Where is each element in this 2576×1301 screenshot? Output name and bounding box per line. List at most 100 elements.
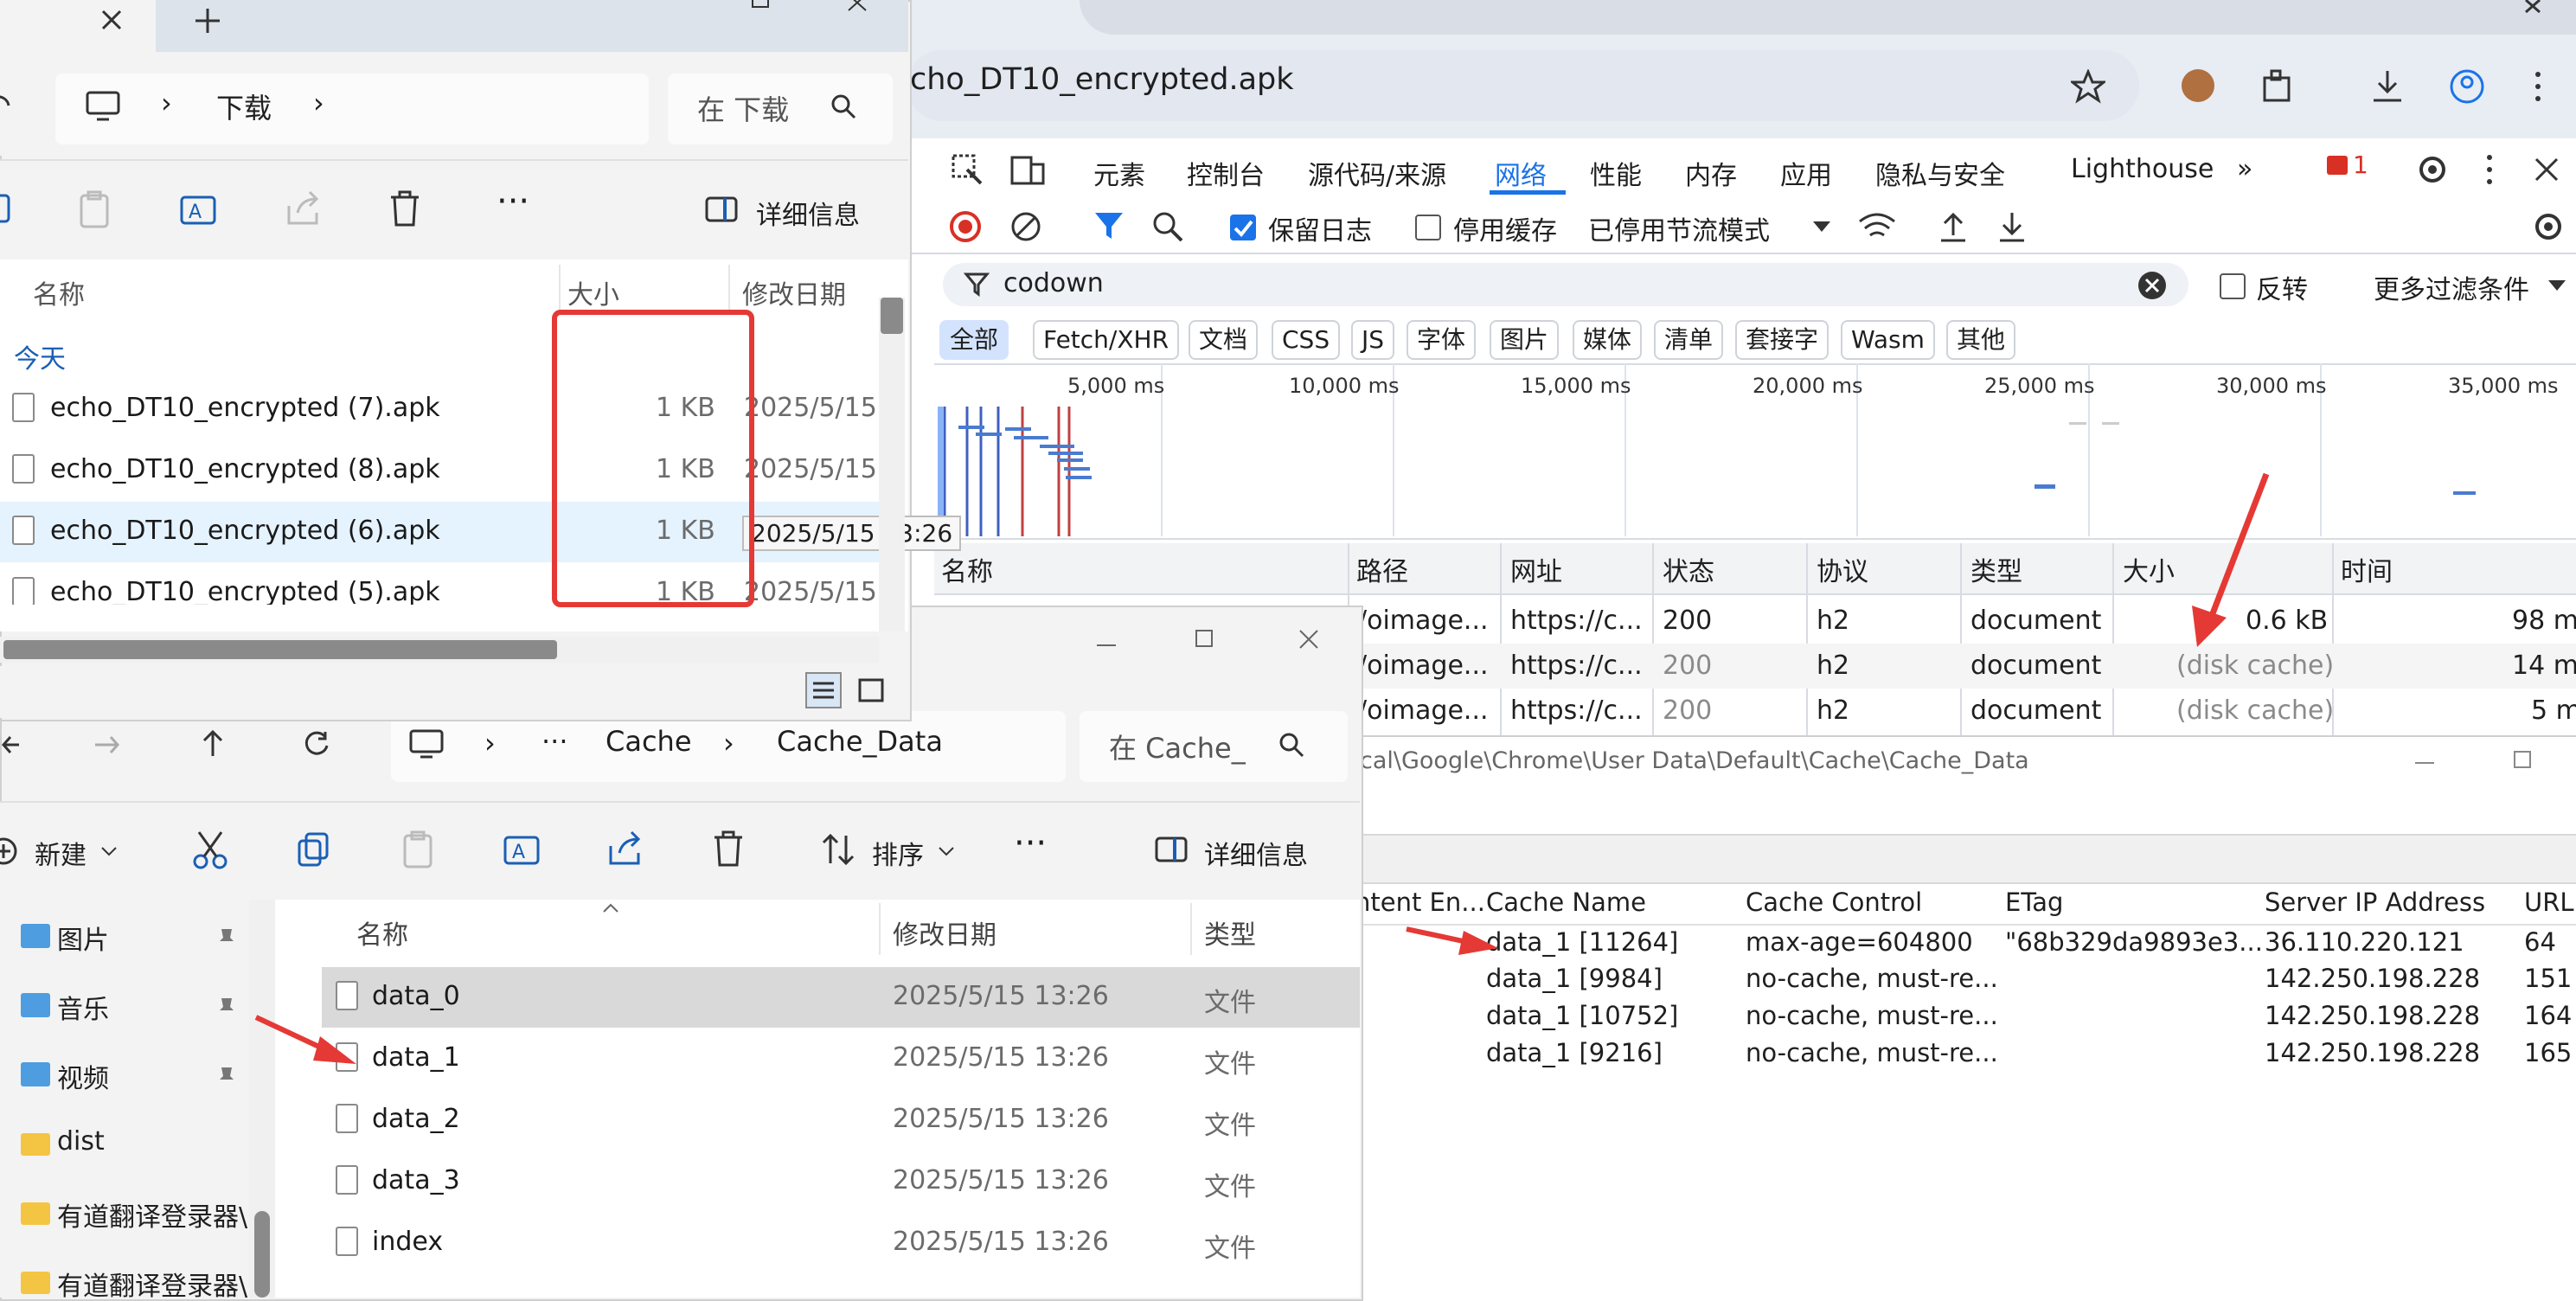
column-header-url[interactable]: 网址 <box>1510 550 1562 588</box>
cache-column-etag[interactable]: ETag <box>2005 888 2063 917</box>
new-tab-plus-icon[interactable] <box>194 7 221 35</box>
paste-icon[interactable] <box>400 829 436 870</box>
tab-memory[interactable]: 内存 <box>1685 154 1737 192</box>
chip-font[interactable]: 字体 <box>1407 320 1477 360</box>
more-options-button[interactable]: ··· <box>1014 824 1047 863</box>
close-icon[interactable] <box>844 0 870 12</box>
column-header-name[interactable]: 名称 <box>33 273 85 311</box>
column-header-size[interactable]: 大小 <box>2123 550 2175 588</box>
back-arrow-icon[interactable] <box>0 732 21 758</box>
disable-cache-checkbox[interactable] <box>1415 215 1441 240</box>
share-icon[interactable] <box>284 189 324 228</box>
tab-elements[interactable]: 元素 <box>1093 154 1145 192</box>
chip-js[interactable]: JS <box>1351 320 1395 360</box>
cut-scissors-icon[interactable] <box>192 829 228 870</box>
file-row[interactable]: data_3 2025/5/15 13:26 文件 <box>322 1151 1360 1212</box>
maximize-icon[interactable] <box>2512 749 2534 772</box>
tab-privacy-security[interactable]: 隐私与安全 <box>1875 154 2005 192</box>
nav-item-dist[interactable]: dist <box>0 1123 249 1166</box>
invert-checkbox[interactable] <box>2220 273 2246 299</box>
breadcrumb-cache-data[interactable]: Cache_Data <box>777 725 943 758</box>
minimize-icon[interactable] <box>1093 637 1119 654</box>
nav-item-youdao-1[interactable]: 有道翻译登录器\ <box>0 1192 249 1235</box>
share-icon[interactable] <box>606 829 645 868</box>
import-har-icon[interactable] <box>1938 209 1969 244</box>
details-button[interactable]: 详细信息 <box>756 194 860 232</box>
cache-entry-row[interactable]: data_1 [9984] no-cache, must-re... 142.2… <box>1349 964 2576 1002</box>
bookmark-star-icon[interactable] <box>2071 69 2105 104</box>
maximize-icon[interactable] <box>1194 628 1216 650</box>
cache-entry-row[interactable]: data_1 [9216] no-cache, must-re... 142.2… <box>1349 1038 2576 1076</box>
column-header-date[interactable]: 修改日期 <box>893 913 996 952</box>
chip-manifest[interactable]: 清单 <box>1654 320 1724 360</box>
tab-lighthouse[interactable]: Lighthouse <box>2071 154 2214 184</box>
devtools-close-icon[interactable] <box>2531 154 2562 185</box>
nav-pane-scrollbar-thumb[interactable] <box>254 1211 270 1298</box>
close-tab-icon[interactable] <box>99 7 125 33</box>
copy-icon[interactable] <box>0 192 12 227</box>
file-list-scrollbar-track[interactable] <box>879 298 905 631</box>
chip-wasm[interactable]: Wasm <box>1841 320 1935 360</box>
details-button[interactable]: 详细信息 <box>1204 834 1308 872</box>
record-stop-icon[interactable] <box>948 209 983 244</box>
column-header-name[interactable]: 名称 <box>356 913 408 952</box>
file-row[interactable]: data_0 2025/5/15 13:26 文件 <box>322 967 1360 1028</box>
device-toolbar-icon[interactable] <box>1009 152 1047 187</box>
tiles-view-icon[interactable] <box>856 676 886 706</box>
clear-filter-icon[interactable] <box>2137 270 2168 301</box>
network-settings-gear-icon[interactable] <box>2529 208 2567 246</box>
more-options-button[interactable]: ··· <box>497 182 529 221</box>
search-icon[interactable] <box>1150 209 1185 244</box>
nav-item-music[interactable]: 音乐 <box>0 984 249 1028</box>
column-header-status[interactable]: 状态 <box>1663 550 1714 588</box>
chrome-menu-icon[interactable] <box>2529 67 2547 106</box>
export-har-icon[interactable] <box>1996 209 2028 244</box>
up-arrow-icon[interactable] <box>197 728 228 759</box>
refresh-icon[interactable] <box>0 90 12 121</box>
chip-other[interactable]: 其他 <box>1946 320 2016 360</box>
breadcrumb-downloads[interactable]: 下载 <box>216 87 272 126</box>
cache-column-content-encoding[interactable]: ntent En... <box>1355 888 1485 917</box>
cache-entry-row[interactable]: data_1 [10752] no-cache, must-re... 142.… <box>1349 1001 2576 1039</box>
extensions-puzzle-icon[interactable] <box>2259 67 2297 106</box>
column-header-path[interactable]: 路径 <box>1356 550 1408 588</box>
devtools-settings-gear-icon[interactable] <box>2413 151 2451 189</box>
cache-column-cache-control[interactable]: Cache Control <box>1746 888 1922 917</box>
paste-icon[interactable] <box>76 189 112 230</box>
throttling-select[interactable]: 已停用节流模式 <box>1588 209 1770 247</box>
column-header-size[interactable]: 大小 <box>567 273 619 311</box>
chip-img[interactable]: 图片 <box>1490 320 1560 360</box>
clear-log-icon[interactable] <box>1009 209 1043 244</box>
forward-arrow-icon[interactable] <box>92 732 123 758</box>
chip-media[interactable]: 媒体 <box>1573 320 1643 360</box>
cache-column-server-ip[interactable]: Server IP Address <box>2265 888 2485 917</box>
cookie-extension-icon[interactable] <box>2182 69 2214 102</box>
delete-trash-icon[interactable] <box>388 189 422 228</box>
group-header-today[interactable]: 今天 <box>14 337 66 375</box>
column-header-type[interactable]: 类型 <box>1204 913 1256 952</box>
refresh-icon[interactable] <box>301 728 332 759</box>
minimize-icon[interactable] <box>2412 754 2438 772</box>
file-row[interactable]: index 2025/5/15 13:26 文件 <box>322 1213 1360 1273</box>
copy-icon[interactable] <box>296 830 332 868</box>
chip-fetch-xhr[interactable]: Fetch/XHR <box>1033 320 1180 360</box>
cache-column-cache-name[interactable]: Cache Name <box>1486 888 1646 917</box>
column-header-type[interactable]: 类型 <box>1970 550 2022 588</box>
maximize-icon[interactable] <box>747 0 773 10</box>
more-filters-dropdown[interactable]: 更多过滤条件 <box>2374 268 2529 306</box>
file-row[interactable]: data_2 2025/5/15 13:26 文件 <box>322 1090 1360 1150</box>
delete-trash-icon[interactable] <box>711 829 746 868</box>
explorer-address-bar[interactable] <box>55 74 649 144</box>
nav-item-videos[interactable]: 视频 <box>0 1054 249 1097</box>
rename-icon[interactable]: A <box>502 829 541 870</box>
tab-console[interactable]: 控制台 <box>1187 154 1265 192</box>
devtools-menu-icon[interactable] <box>2481 151 2498 189</box>
nav-item-youdao-2[interactable]: 有道翻译登录器\ <box>0 1261 249 1298</box>
network-filter-input[interactable] <box>943 263 2188 306</box>
pin-icon[interactable] <box>216 997 237 1017</box>
file-list-scrollbar-thumb[interactable] <box>881 298 903 334</box>
download-icon[interactable] <box>2368 67 2406 106</box>
chip-all[interactable]: 全部 <box>939 320 1009 360</box>
chip-doc[interactable]: 文档 <box>1189 320 1259 360</box>
horizontal-scrollbar-thumb[interactable] <box>3 640 557 659</box>
